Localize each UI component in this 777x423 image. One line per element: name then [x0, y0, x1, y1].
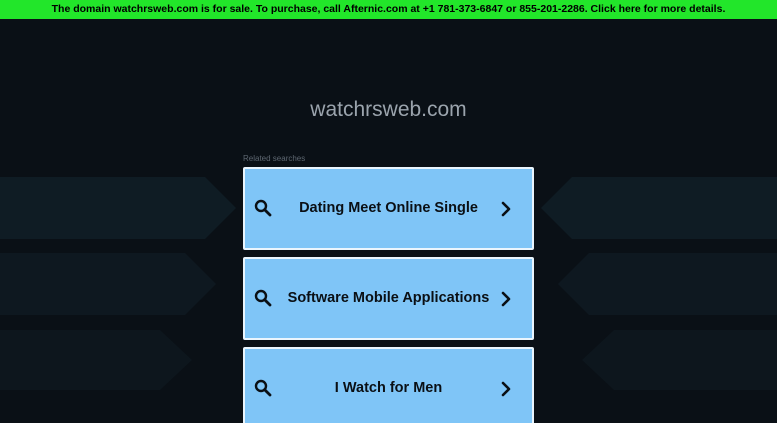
- chevron-right-icon: [500, 291, 512, 307]
- related-search-label: I Watch for Men: [334, 380, 443, 396]
- related-search-item-3[interactable]: I Watch for Men: [243, 347, 534, 423]
- related-search-item-2[interactable]: Software Mobile Applications: [243, 257, 534, 340]
- related-search-label: Software Mobile Applications: [287, 290, 490, 306]
- related-search-label: Dating Meet Online Single: [299, 200, 478, 216]
- related-searches-label: Related searches: [243, 154, 306, 163]
- bg-arrow-right-3: [582, 330, 777, 390]
- domain-title: watchrsweb.com: [310, 98, 467, 121]
- search-icon: [254, 199, 272, 217]
- chevron-right-icon: [500, 201, 512, 217]
- bg-arrow-left-3: [0, 330, 195, 390]
- domain-sale-banner[interactable]: The domain watchrsweb.com is for sale. T…: [0, 0, 777, 19]
- search-icon: [254, 379, 272, 397]
- bg-arrow-right-1: [541, 177, 777, 239]
- related-search-item-1[interactable]: Dating Meet Online Single: [243, 167, 534, 250]
- bg-arrow-left-1: [0, 177, 240, 239]
- chevron-right-icon: [500, 381, 512, 397]
- parked-domain-page: The domain watchrsweb.com is for sale. T…: [0, 0, 777, 423]
- bg-arrow-left-2: [0, 253, 220, 315]
- bg-arrow-right-2: [558, 253, 777, 315]
- search-icon: [254, 289, 272, 307]
